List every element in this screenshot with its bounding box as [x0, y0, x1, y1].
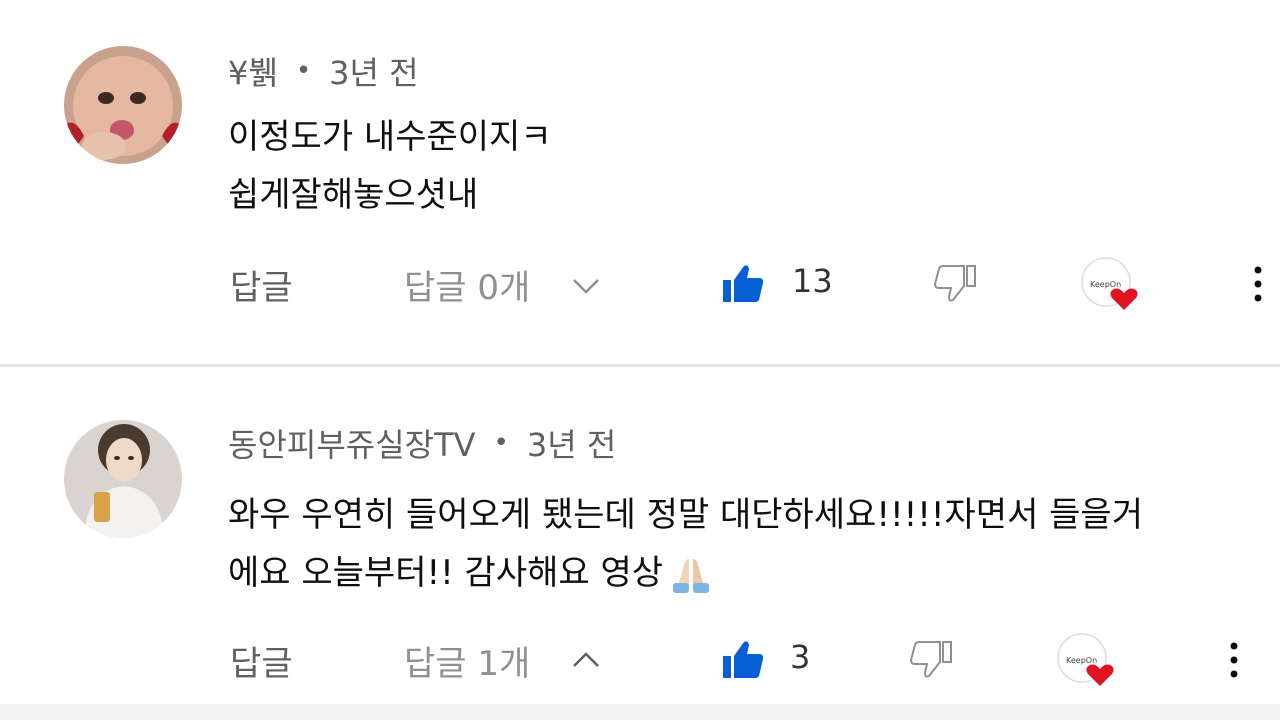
view-replies-button[interactable]: 답글 0개 — [404, 260, 602, 309]
comment-toolbar: 답글 답글 0개 13 KeepOn — [0, 254, 1280, 314]
comment-header: 동안피부쥬실장TV • 3년 전 — [228, 420, 616, 466]
more-options-icon[interactable] — [1246, 260, 1270, 308]
comment-time[interactable]: 3년 전 — [329, 48, 418, 94]
author-name[interactable]: 동안피부쥬실장TV — [228, 420, 476, 466]
replies-count-label: 답글 1개 — [404, 644, 531, 684]
heart-badge-text: KeepOn — [1066, 656, 1097, 665]
like-button[interactable] — [720, 260, 766, 306]
comment-header: ¥뷁 • 3년 전 — [228, 48, 419, 94]
comment-text: 이정도가 내수준이지ㅋ 쉽게잘해놓으셧내 — [228, 108, 552, 224]
separator-dot: • — [295, 56, 312, 86]
like-count: 13 — [792, 262, 833, 300]
comment-text: 와우 우연히 들어오게 됐는데 정말 대단하세요!!!!!자면서 들을거 에요 … — [228, 486, 1143, 602]
replies-count-label: 답글 0개 — [404, 268, 531, 308]
folded-hands-icon — [673, 558, 710, 593]
creator-heart-icon[interactable]: KeepOn — [1078, 254, 1142, 318]
chevron-down-icon — [573, 278, 600, 294]
comment-thread: ¥뷁 • 3년 전 이정도가 내수준이지ㅋ 쉽게잘해놓으셧내 답글 답글 0개 … — [0, 0, 1280, 366]
comment-line: 와우 우연히 들어오게 됐는데 정말 대단하세요!!!!!자면서 들을거 — [228, 495, 1143, 535]
comment-line-with-emoji: 에요 오늘부터!! 감사해요 영상 — [228, 544, 1143, 602]
like-count: 3 — [790, 638, 811, 676]
comments-page: ¥뷁 • 3년 전 이정도가 내수준이지ㅋ 쉽게잘해놓으셧내 답글 답글 0개 … — [0, 0, 1280, 720]
creator-heart-icon[interactable]: KeepOn — [1054, 630, 1118, 694]
next-thread-edge — [0, 704, 1280, 720]
like-button[interactable] — [720, 636, 766, 682]
author-name[interactable]: ¥뷁 — [228, 48, 278, 94]
comment-toolbar: 답글 답글 1개 3 KeepOn — [0, 630, 1280, 690]
thread-divider — [0, 364, 1280, 367]
comment-thread: 동안피부쥬실장TV • 3년 전 와우 우연히 들어오게 됐는데 정말 대단하세… — [0, 368, 1280, 708]
avatar-child-photo — [64, 46, 182, 164]
comment-line: 이정도가 내수준이지ㅋ — [228, 117, 552, 157]
avatar-woman-photo — [64, 420, 182, 538]
reply-button[interactable]: 답글 — [230, 636, 293, 685]
separator-dot: • — [493, 428, 509, 458]
heart-badge-text: KeepOn — [1090, 280, 1121, 289]
comment-time[interactable]: 3년 전 — [527, 420, 616, 466]
chevron-up-icon — [573, 651, 600, 667]
reply-button[interactable]: 답글 — [230, 260, 293, 309]
avatar[interactable] — [64, 420, 182, 538]
hide-replies-button[interactable]: 답글 1개 — [404, 636, 602, 685]
comment-line: 쉽게잘해놓으셧내 — [228, 175, 479, 215]
dislike-button[interactable] — [932, 260, 978, 306]
more-options-icon[interactable] — [1222, 636, 1246, 684]
dislike-button[interactable] — [908, 636, 954, 682]
comment-line: 에요 오늘부터!! 감사해요 영상 — [228, 553, 664, 593]
avatar[interactable] — [64, 46, 182, 164]
